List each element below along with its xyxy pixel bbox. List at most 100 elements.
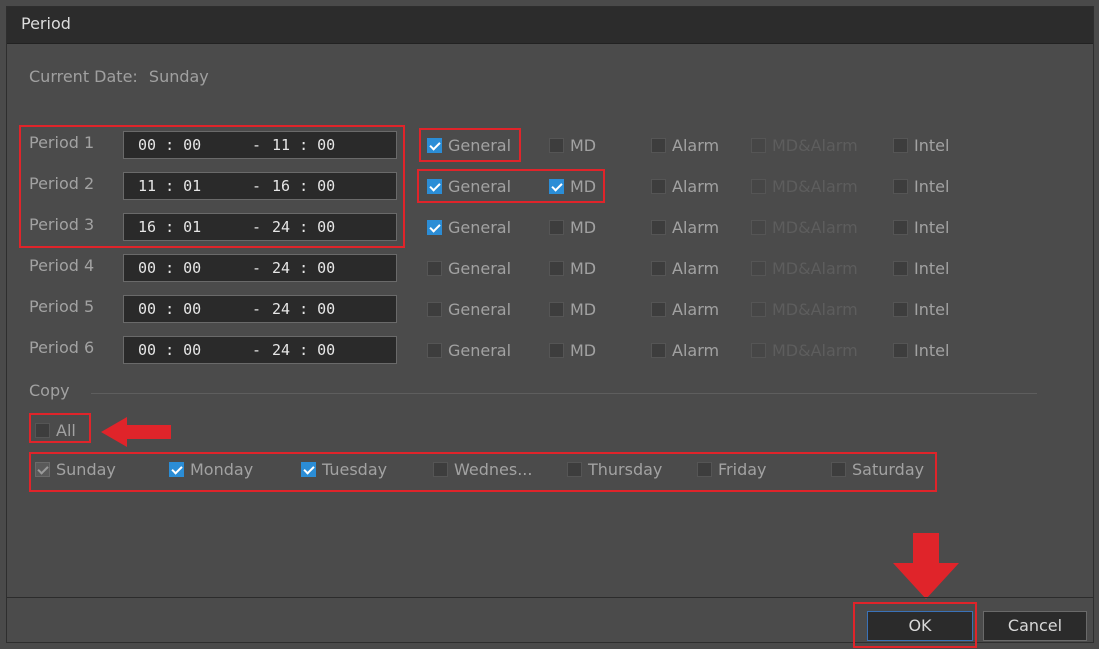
end-time[interactable]: 24 : 00 bbox=[272, 259, 335, 277]
current-date: Current Date: Sunday bbox=[29, 67, 209, 86]
period-label: Period 5 bbox=[29, 297, 95, 316]
dialog-titlebar: Period bbox=[7, 7, 1093, 44]
checkbox-label: Alarm bbox=[672, 135, 720, 155]
start-time[interactable]: 00 : 00 bbox=[138, 341, 201, 359]
start-time[interactable]: 00 : 00 bbox=[138, 259, 201, 277]
period-label: Period 4 bbox=[29, 256, 95, 275]
checkbox-label: General bbox=[448, 340, 512, 360]
checkbox-box bbox=[651, 219, 666, 235]
checkbox-label: Intel bbox=[914, 135, 950, 155]
end-time[interactable]: 24 : 00 bbox=[272, 300, 335, 318]
period-md-alarm-checkbox: MD&Alarm bbox=[751, 257, 858, 279]
checkbox-label: MD bbox=[570, 258, 597, 278]
checkbox-label: MD&Alarm bbox=[772, 340, 858, 360]
checkbox-label: MD&Alarm bbox=[772, 258, 858, 278]
period-md-alarm-checkbox: MD&Alarm bbox=[751, 175, 858, 197]
time-separator: - bbox=[252, 300, 262, 318]
period-dialog: Period Current Date: Sunday Period 1 00 :… bbox=[6, 6, 1094, 648]
checkbox-box bbox=[893, 137, 908, 153]
arrow-left-icon bbox=[101, 417, 171, 447]
checkbox-label: General bbox=[448, 299, 512, 319]
period-alarm-checkbox[interactable]: Alarm bbox=[651, 339, 719, 361]
period-md-checkbox[interactable]: MD bbox=[549, 216, 596, 238]
period-md-alarm-checkbox: MD&Alarm bbox=[751, 216, 858, 238]
checkbox-box bbox=[893, 301, 908, 317]
period-time-input[interactable]: 00 : 00 -24 : 00 bbox=[123, 295, 397, 323]
current-date-value: Sunday bbox=[148, 67, 209, 86]
period-md-checkbox[interactable]: MD bbox=[549, 298, 596, 320]
period-alarm-checkbox[interactable]: Alarm bbox=[651, 134, 719, 156]
checkbox-label: Alarm bbox=[672, 299, 720, 319]
checkbox-box bbox=[427, 260, 442, 276]
period-intel-checkbox[interactable]: Intel bbox=[893, 339, 949, 361]
checkbox-label: Alarm bbox=[672, 217, 720, 237]
checkbox-label: Intel bbox=[914, 176, 950, 196]
checkbox-label: Intel bbox=[914, 299, 950, 319]
checkbox-box bbox=[751, 260, 766, 276]
ok-button[interactable]: OK bbox=[867, 611, 973, 641]
period-intel-checkbox[interactable]: Intel bbox=[893, 298, 949, 320]
highlight-period1-general bbox=[419, 128, 521, 162]
checkbox-box bbox=[549, 219, 564, 235]
period-intel-checkbox[interactable]: Intel bbox=[893, 216, 949, 238]
checkbox-label: Alarm bbox=[672, 176, 720, 196]
checkbox-label: General bbox=[448, 258, 512, 278]
period-intel-checkbox[interactable]: Intel bbox=[893, 134, 949, 156]
checkbox-box bbox=[549, 301, 564, 317]
checkbox-box bbox=[651, 178, 666, 194]
period-alarm-checkbox[interactable]: Alarm bbox=[651, 298, 719, 320]
period-label: Period 6 bbox=[29, 338, 95, 357]
period-general-checkbox[interactable]: General bbox=[427, 257, 511, 279]
period-md-checkbox[interactable]: MD bbox=[549, 134, 596, 156]
checkbox-box bbox=[751, 342, 766, 358]
highlight-periods-1-3 bbox=[19, 125, 405, 248]
highlight-copy-days bbox=[29, 452, 937, 492]
highlight-copy-all bbox=[29, 413, 91, 443]
period-md-alarm-checkbox: MD&Alarm bbox=[751, 339, 858, 361]
checkbox-box bbox=[893, 219, 908, 235]
period-alarm-checkbox[interactable]: Alarm bbox=[651, 257, 719, 279]
checkbox-box bbox=[427, 219, 442, 235]
checkbox-label: MD bbox=[570, 135, 597, 155]
period-general-checkbox[interactable]: General bbox=[427, 339, 511, 361]
checkbox-label: MD bbox=[570, 217, 597, 237]
period-md-checkbox[interactable]: MD bbox=[549, 339, 596, 361]
period-md-checkbox[interactable]: MD bbox=[549, 257, 596, 279]
checkbox-label: Intel bbox=[914, 258, 950, 278]
checkbox-box bbox=[751, 301, 766, 317]
period-alarm-checkbox[interactable]: Alarm bbox=[651, 216, 719, 238]
time-separator: - bbox=[252, 341, 262, 359]
period-intel-checkbox[interactable]: Intel bbox=[893, 257, 949, 279]
period-time-input[interactable]: 00 : 00 -24 : 00 bbox=[123, 336, 397, 364]
checkbox-label: MD bbox=[570, 299, 597, 319]
period-alarm-checkbox[interactable]: Alarm bbox=[651, 175, 719, 197]
checkbox-label: MD&Alarm bbox=[772, 299, 858, 319]
period-intel-checkbox[interactable]: Intel bbox=[893, 175, 949, 197]
period-general-checkbox[interactable]: General bbox=[427, 216, 511, 238]
period-time-input[interactable]: 00 : 00 -24 : 00 bbox=[123, 254, 397, 282]
checkbox-box bbox=[651, 260, 666, 276]
period-md-alarm-checkbox: MD&Alarm bbox=[751, 134, 858, 156]
current-date-label: Current Date: bbox=[29, 67, 138, 86]
end-time[interactable]: 24 : 00 bbox=[272, 341, 335, 359]
checkbox-box bbox=[549, 342, 564, 358]
checkbox-label: MD&Alarm bbox=[772, 135, 858, 155]
copy-divider bbox=[91, 393, 1037, 394]
checkbox-label: Intel bbox=[914, 217, 950, 237]
cancel-button[interactable]: Cancel bbox=[983, 611, 1087, 641]
period-md-alarm-checkbox: MD&Alarm bbox=[751, 298, 858, 320]
checkbox-label: Alarm bbox=[672, 258, 720, 278]
checkbox-label: Intel bbox=[914, 340, 950, 360]
highlight-period2-general-md bbox=[417, 169, 605, 203]
dialog-title: Period bbox=[21, 14, 71, 33]
checkbox-label: MD&Alarm bbox=[772, 217, 858, 237]
checkbox-box bbox=[651, 342, 666, 358]
arrow-down-icon bbox=[893, 533, 959, 599]
checkbox-box bbox=[651, 137, 666, 153]
checkbox-label: MD&Alarm bbox=[772, 176, 858, 196]
copy-label: Copy bbox=[29, 381, 70, 400]
checkbox-box bbox=[651, 301, 666, 317]
checkbox-box bbox=[427, 301, 442, 317]
period-general-checkbox[interactable]: General bbox=[427, 298, 511, 320]
start-time[interactable]: 00 : 00 bbox=[138, 300, 201, 318]
